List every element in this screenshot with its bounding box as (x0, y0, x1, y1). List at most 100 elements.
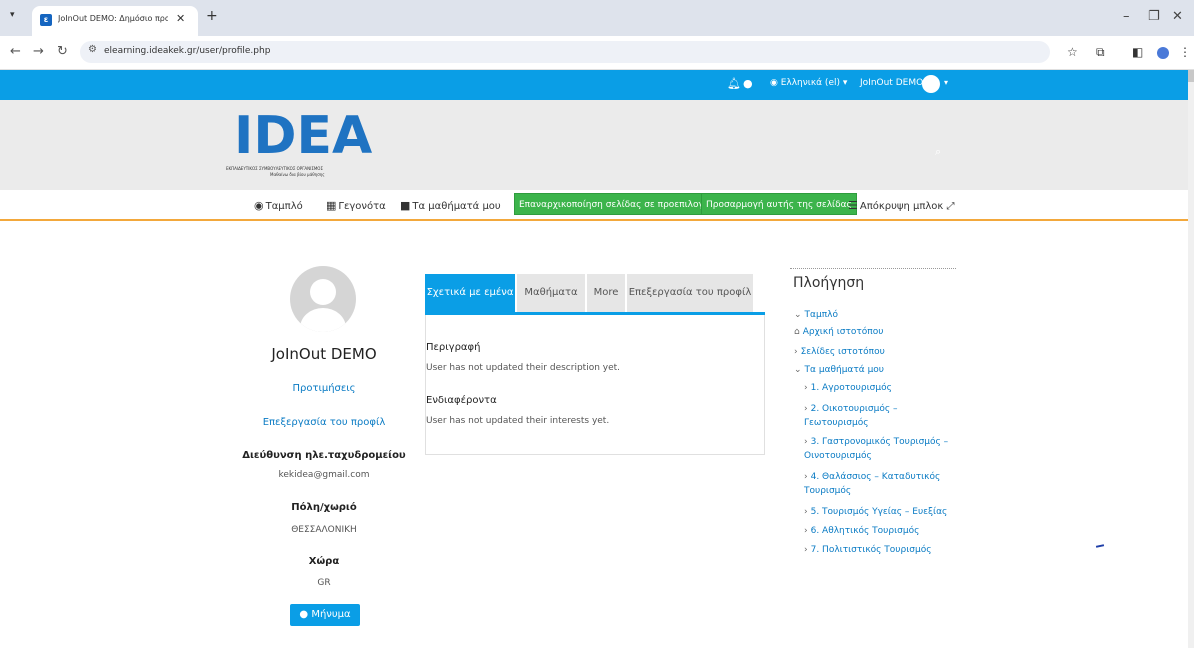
fullscreen-expand-icon[interactable]: ⤢ (947, 201, 955, 212)
menu-my-courses[interactable]: ■ Τα μαθήματά μου (400, 199, 501, 212)
about-me-panel: Περιγραφή User has not updated their des… (425, 315, 765, 455)
chevron-right-icon: › (804, 472, 808, 482)
nav-course-3-label-line2: Οινοτουρισμός (804, 451, 872, 461)
address-bar-row: ← → ↻ ⚙ elearning.ideakek.gr/user/profil… (0, 36, 1194, 70)
tab-search-chevron-icon[interactable]: ▾ (10, 10, 24, 24)
messages-chat-icon[interactable]: ● (743, 77, 753, 90)
menu-dashboard-label: Ταμπλό (265, 201, 303, 212)
nav-my-courses-label: Τα μαθήματά μου (804, 365, 885, 375)
user-menu-name[interactable]: JoInOut DEMO (860, 78, 923, 88)
language-selector[interactable]: ◉ Ελληνικά (el) ▾ (770, 78, 847, 88)
window-close-icon[interactable]: ✕ (1172, 9, 1183, 24)
chevron-right-icon: › (804, 526, 808, 536)
site-logo[interactable]: IDEA ΕΚΠΑΙΔΕΥΤΙΚΟΣ ΣΥΜΒΟΥΛΕΥΤΙΚΟΣ ΟΡΓΑΝΙ… (226, 104, 373, 182)
nav-site-home[interactable]: ⌂ Αρχική ιστοτόπου (794, 325, 883, 339)
nav-site-home-label: Αρχική ιστοτόπου (802, 327, 884, 337)
tab-edit-profile[interactable]: Επεξεργασία του προφίλ (627, 274, 753, 312)
profile-avatar (290, 266, 356, 332)
calendar-icon: ▦ (326, 199, 337, 212)
browser-menu-icon[interactable]: ⋮ (1179, 45, 1191, 59)
page-scrollbar[interactable] (1188, 70, 1194, 648)
nav-course-5[interactable]: › 5. Τουρισμός Υγείας – Ευεξίας (804, 505, 947, 519)
nav-dashboard[interactable]: ⌄ Ταμπλό (794, 308, 838, 322)
chevron-down-icon: ⌄ (794, 365, 802, 375)
browser-profile-icon[interactable] (1157, 47, 1169, 59)
browser-tab-strip: ▾ ε JoInOut DEMO: Δημόσιο προφ ✕ + – ❐ ✕ (0, 0, 1194, 36)
bookmark-star-icon[interactable]: ☆ (1067, 45, 1078, 59)
language-label: Ελληνικά (el) (780, 78, 840, 88)
side-panel-icon[interactable]: ◧ (1132, 45, 1143, 59)
customize-page-button[interactable]: Προσαρμογή αυτής της σελίδας (701, 193, 857, 215)
ideakek-favicon-icon: ε (40, 14, 52, 26)
restore-icon[interactable]: ❐ (1148, 9, 1160, 24)
nav-course-4-label-line2: Τουρισμός (804, 486, 852, 496)
nav-course-1[interactable]: › 1. Αγροτουρισμός (804, 381, 892, 395)
nav-course-7[interactable]: › 7. Πολιτιστικός Τουρισμός (804, 543, 931, 557)
nav-course-4[interactable]: › 4. Θαλάσσιος – Καταδυτικός Τουρισμός (804, 470, 940, 498)
nav-dashboard-label: Ταμπλό (804, 310, 838, 320)
forward-arrow-icon[interactable]: → (33, 44, 44, 59)
nav-course-2-label-line2: Γεωτουρισμός (804, 418, 869, 428)
search-icon[interactable]: ⌕ (935, 145, 941, 159)
nav-course-6[interactable]: › 6. Αθλητικός Τουρισμός (804, 524, 919, 538)
city-value: ΘΕΣΣΑΛΟΝΙΚΗ (291, 525, 357, 535)
back-arrow-icon[interactable]: ← (10, 44, 21, 59)
user-menu-caret-icon[interactable]: ▾ (944, 78, 948, 87)
dashboard-icon: ◉ (254, 199, 264, 212)
extensions-icon[interactable]: ⧉ (1096, 45, 1105, 60)
site-header (0, 100, 1188, 190)
nav-my-courses[interactable]: ⌄ Τα μαθήματά μου (794, 363, 884, 377)
new-tab-plus-icon[interactable]: + (206, 8, 218, 24)
description-heading: Περιγραφή (426, 342, 481, 353)
preferences-link[interactable]: Προτιμήσεις (214, 383, 434, 394)
cursor-mark (1095, 544, 1105, 548)
avatar-body-shape (300, 308, 346, 332)
site-settings-icon[interactable]: ⚙ (88, 44, 97, 55)
description-text: User has not updated their description y… (426, 363, 621, 373)
message-bubble-icon: ● (299, 609, 309, 620)
site-top-navbar: 🔔︎ ● ◉ Ελληνικά (el) ▾ JoInOut DEMO ▾ (0, 70, 1188, 100)
menu-my-courses-label: Τα μαθήματά μου (412, 201, 501, 212)
edit-profile-link[interactable]: Επεξεργασία του προφίλ (214, 417, 434, 428)
interests-heading: Ενδιαφέροντα (426, 395, 497, 406)
nav-course-7-label: 7. Πολιτιστικός Τουρισμός (810, 545, 932, 555)
tab-courses[interactable]: Μαθήματα (517, 274, 585, 312)
hide-blocks-toggle[interactable]: ☰ Απόκρυψη μπλοκ ⤢ (848, 199, 955, 212)
minimize-icon[interactable]: – (1123, 9, 1130, 24)
chevron-right-icon: › (794, 347, 798, 357)
tab-close-icon[interactable]: ✕ (176, 12, 185, 25)
nav-course-2-label: 2. Οικοτουρισμός – (810, 404, 898, 414)
menu-dashboard[interactable]: ◉ Ταμπλό (254, 199, 303, 212)
country-value: GR (317, 578, 331, 588)
scrollbar-thumb[interactable] (1188, 70, 1194, 82)
nav-course-3[interactable]: › 3. Γαστρονομικός Τουρισμός – Οινοτουρισμ… (804, 435, 948, 463)
notifications-bell-icon[interactable]: 🔔︎ (727, 77, 741, 90)
reload-icon[interactable]: ↻ (57, 44, 68, 59)
list-icon: ☰ (848, 199, 858, 212)
logo-text: IDEA (234, 106, 373, 166)
tab-about-me[interactable]: Σχετικά με εμένα (425, 274, 515, 312)
profile-name: JoInOut DEMO (271, 345, 377, 363)
url-input[interactable]: ⚙ elearning.ideakek.gr/user/profile.php (80, 41, 1050, 63)
nav-course-2[interactable]: › 2. Οικοτουρισμός – Γεωτουρισμός (804, 402, 897, 430)
chevron-right-icon: › (804, 437, 808, 447)
menu-events[interactable]: ▦ Γεγονότα (326, 199, 386, 212)
tab-more[interactable]: More (587, 274, 625, 312)
nav-site-pages[interactable]: › Σελίδες ιστοτόπου (794, 345, 885, 359)
chevron-right-icon: › (804, 545, 808, 555)
nav-site-pages-label: Σελίδες ιστοτόπου (800, 347, 885, 357)
chevron-right-icon: › (804, 383, 808, 393)
hide-blocks-label: Απόκρυψη μπλοκ (859, 201, 944, 212)
message-button[interactable]: ● Μήνυμα (290, 604, 360, 626)
custom-menu-bar: ◉ Ταμπλό ▦ Γεγονότα ■ Τα μαθήματά μου Επανα… (0, 190, 1188, 221)
chevron-down-icon: ⌄ (794, 310, 802, 320)
tab-title: JoInOut DEMO: Δημόσιο προφ (58, 14, 168, 23)
user-avatar[interactable] (922, 75, 940, 93)
message-button-label: Μήνυμα (311, 609, 351, 620)
browser-tab[interactable]: ε JoInOut DEMO: Δημόσιο προφ ✕ (32, 6, 198, 36)
reset-page-button[interactable]: Επαναρχικοποίηση σελίδας σε προεπιλογή (514, 193, 715, 215)
avatar-head-shape (310, 279, 336, 305)
city-label: Πόλη/χωριό (291, 502, 357, 513)
nav-course-5-label: 5. Τουρισμός Υγείας – Ευεξίας (810, 507, 948, 517)
url-text: elearning.ideakek.gr/user/profile.php (104, 46, 271, 56)
